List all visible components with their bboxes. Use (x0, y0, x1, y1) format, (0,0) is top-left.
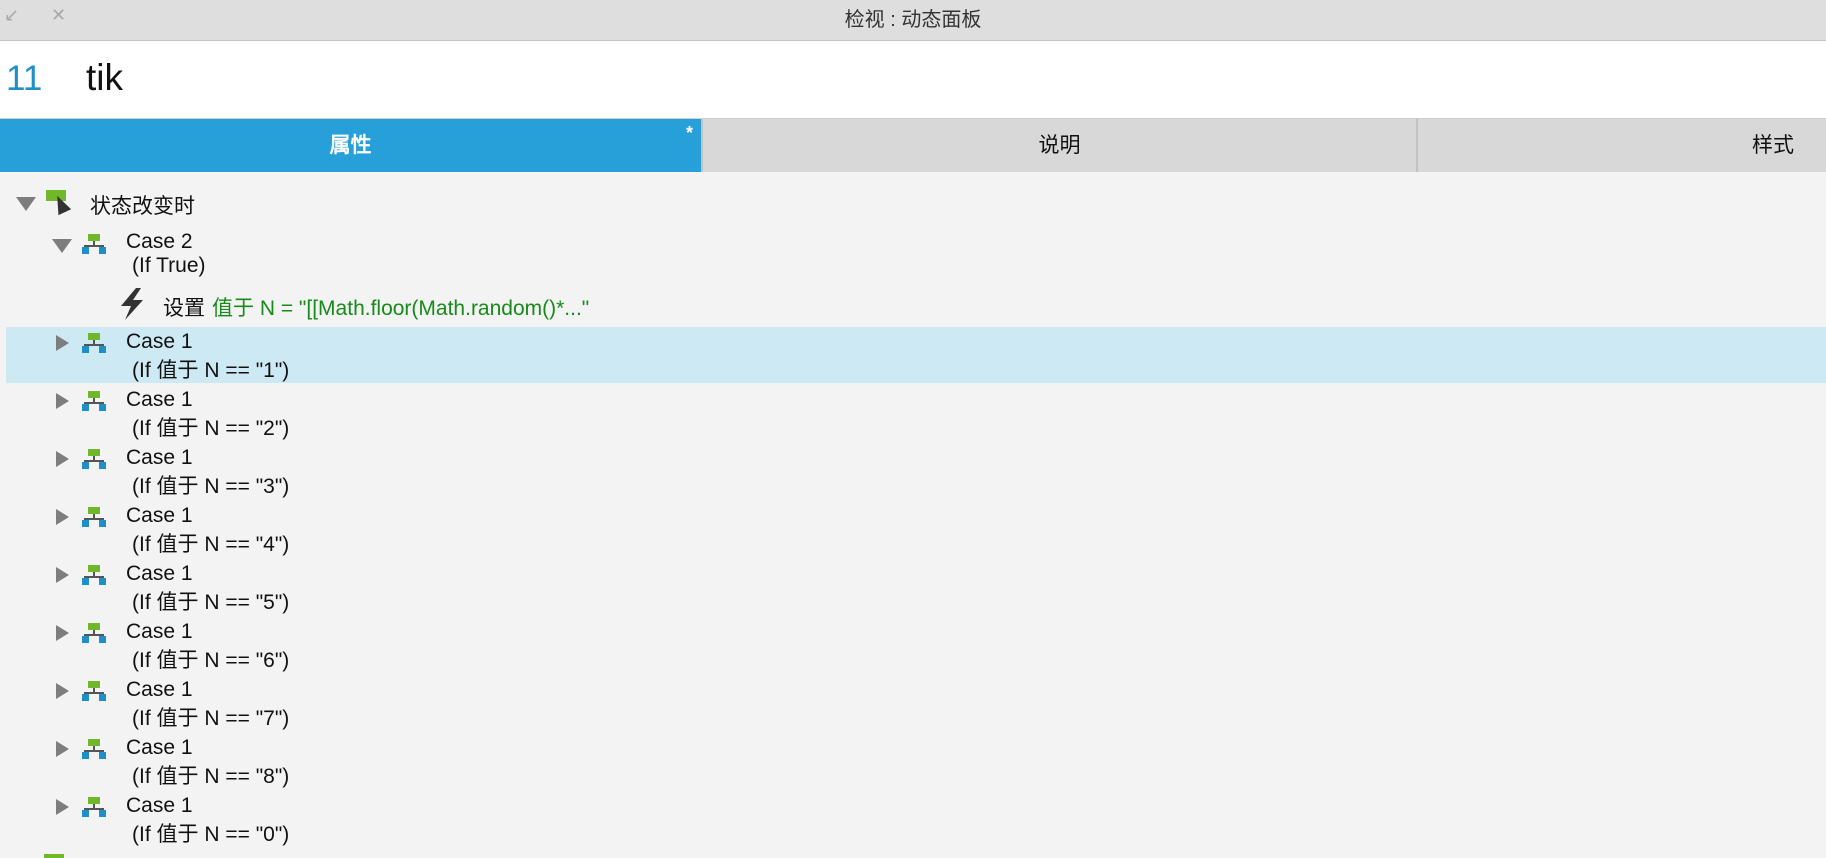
case-icon (82, 391, 106, 411)
expand-toggle-icon[interactable] (56, 393, 69, 409)
window-title: 检视 : 动态面板 (844, 9, 982, 31)
case-icon (82, 234, 106, 254)
tab-style[interactable]: 样式 (1416, 119, 1826, 172)
case-icon (82, 449, 106, 469)
collapse-toggle-icon[interactable] (52, 239, 72, 253)
case-name: Case 1 (126, 736, 193, 759)
inspector-title-bar: ↙ ✕ 检视 : 动态面板 (0, 0, 1826, 41)
case-condition: (If 值于 N == "5") (132, 591, 290, 614)
widget-name-bar: 11 tik (0, 41, 1826, 119)
case-condition: (If 值于 N == "1") (132, 359, 290, 382)
case-condition: (If 值于 N == "4") (132, 533, 290, 556)
case-name: Case 2 (126, 230, 193, 253)
case-condition: (If 值于 N == "0") (132, 823, 290, 846)
action-row[interactable]: 设置 值于 N = "[[Math.floor(Math.random()*..… (6, 288, 1826, 324)
tab-notes-label: 说明 (1038, 134, 1081, 157)
case-row[interactable]: Case 1 (If 值于 N == "6") (6, 617, 1826, 673)
collapse-toggle-icon[interactable] (16, 197, 36, 211)
case-condition: (If 值于 N == "8") (132, 765, 290, 788)
case-icon (82, 507, 106, 527)
case-name: Case 1 (126, 504, 193, 527)
lightning-icon (119, 288, 145, 320)
case-condition: (If 值于 N == "3") (132, 475, 290, 498)
case-row[interactable]: Case 2 (If True) (6, 230, 1826, 288)
widget-number: 11 (6, 59, 43, 98)
case-icon (82, 681, 106, 701)
case-row[interactable]: Case 1 (If 值于 N == "1") (6, 327, 1826, 383)
expand-toggle-icon[interactable] (56, 451, 69, 467)
tab-style-label: 样式 (1752, 134, 1794, 157)
case-condition: (If 值于 N == "7") (132, 707, 290, 730)
tab-notes[interactable]: 说明 (701, 119, 1416, 172)
widget-name-field[interactable]: tik (86, 57, 123, 99)
case-row[interactable]: Case 1 (If 值于 N == "8") (6, 733, 1826, 789)
case-icon (82, 739, 106, 759)
case-name: Case 1 (126, 620, 193, 643)
case-icon (82, 797, 106, 817)
case-condition: (If 值于 N == "6") (132, 649, 290, 672)
expand-toggle-icon[interactable] (56, 509, 69, 525)
case-icon (82, 333, 106, 353)
case-condition: (If True) (132, 254, 206, 277)
tab-properties-label: 属性 (329, 134, 372, 157)
case-row[interactable]: Case 1 (If 值于 N == "4") (6, 501, 1826, 557)
expand-toggle-icon[interactable] (56, 741, 69, 757)
inspector-tabs: 属性 * 说明 样式 (0, 119, 1826, 172)
expand-toggle-icon[interactable] (56, 683, 69, 699)
case-row[interactable]: Case 1 (If 值于 N == "0") (6, 791, 1826, 847)
case-name: Case 1 (126, 794, 193, 817)
case-condition: (If 值于 N == "2") (132, 417, 290, 440)
case-name: Case 1 (126, 330, 193, 353)
expand-toggle-icon[interactable] (56, 799, 69, 815)
case-name: Case 1 (126, 562, 193, 585)
case-row[interactable]: Case 1 (If 值于 N == "5") (6, 559, 1826, 615)
action-detail: 值于 N = "[[Math.floor(Math.random()*..." (212, 297, 590, 320)
action-verb: 设置 (163, 297, 205, 320)
expand-toggle-icon[interactable] (56, 335, 69, 351)
case-icon (82, 623, 106, 643)
expand-toggle-icon[interactable] (56, 625, 69, 641)
event-label: 状态改变时 (90, 195, 195, 218)
case-name: Case 1 (126, 446, 193, 469)
event-icon (44, 854, 64, 858)
case-name: Case 1 (126, 388, 193, 411)
interaction-tree: 状态改变时 Case 2 (If True) 设置 值于 N = "[[Math… (0, 172, 1826, 858)
case-icon (82, 565, 106, 585)
tab-properties[interactable]: 属性 * (0, 119, 701, 172)
case-name: Case 1 (126, 678, 193, 701)
case-row[interactable]: Case 1 (If 值于 N == "2") (6, 385, 1826, 441)
case-row[interactable]: Case 1 (If 值于 N == "7") (6, 675, 1826, 731)
case-row[interactable]: Case 1 (If 值于 N == "3") (6, 443, 1826, 499)
expand-toggle-icon[interactable] (56, 567, 69, 583)
event-row-partial[interactable] (6, 852, 1826, 858)
modified-marker: * (685, 123, 693, 143)
event-row-state-change[interactable]: 状态改变时 (6, 186, 1826, 218)
event-cursor-icon (46, 190, 74, 216)
